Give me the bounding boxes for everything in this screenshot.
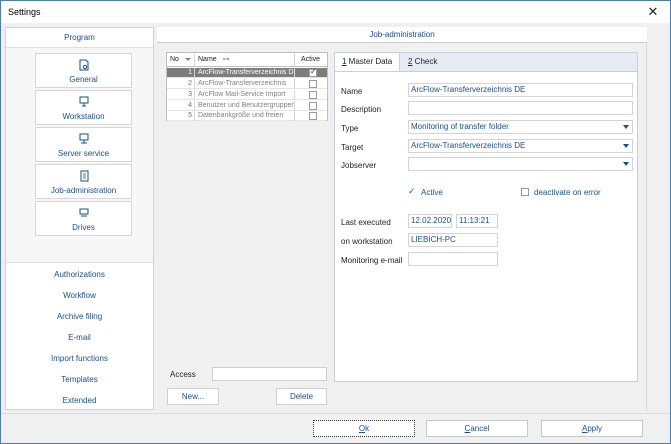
jobserver-select[interactable] <box>408 157 633 171</box>
monitoring-email-field[interactable] <box>408 252 498 266</box>
tab-master-data[interactable]: 1 Master Data <box>335 53 401 72</box>
module-server-service-button[interactable]: Server service <box>35 127 132 162</box>
module-label: General <box>69 75 98 84</box>
divider <box>1 413 670 414</box>
table-row[interactable]: 4 Benutzer und Benutzergruppen <box>167 101 327 111</box>
column-header-name[interactable]: Name ⊶ <box>195 53 295 67</box>
description-label: Description <box>341 105 382 114</box>
master-data-form: Name ArcFlow-Transferverzeichnis DE Desc… <box>334 71 638 382</box>
table-row[interactable]: 2 ArcFlow-Transferverzeichnis <box>167 79 327 89</box>
chevron-down-icon <box>623 125 629 129</box>
nav-link-extended[interactable]: Extended <box>6 396 153 405</box>
tab-bar: 1 Master Data 2 Check <box>334 52 638 72</box>
row-name: Datenbankgröße und freien <box>195 111 295 121</box>
program-panel: Program General Workstation Server servi… <box>5 27 154 410</box>
deactivate-on-error-checkbox[interactable] <box>521 188 529 196</box>
ok-button[interactable]: Ok <box>313 420 415 437</box>
row-name: ArcFlow-Transferverzeichnis DE <box>195 68 295 78</box>
last-executed-label: Last executed <box>341 218 391 227</box>
access-label: Access <box>170 370 196 379</box>
key-icon: ⊶ <box>222 56 230 63</box>
module-job-administration-button[interactable]: Job-administration <box>35 164 132 199</box>
monitoring-email-label: Monitoring e-mail <box>341 256 403 265</box>
description-field[interactable] <box>408 101 633 115</box>
row-number: 5 <box>167 111 195 121</box>
table-row[interactable]: 1 ArcFlow-Transferverzeichnis DE <box>167 67 327 78</box>
workstation-label: on workstation <box>341 237 393 246</box>
type-value: Monitoring of transfer folder <box>411 122 509 131</box>
workstation-icon <box>36 96 131 108</box>
target-select[interactable]: ArcFlow-Transferverzeichnis DE <box>408 139 633 153</box>
target-value: ArcFlow-Transferverzeichnis DE <box>411 141 526 150</box>
nav-link-email[interactable]: E-mail <box>6 333 153 342</box>
program-links: Authorizations Workflow Archive filing E… <box>6 262 153 409</box>
drive-icon <box>36 207 131 219</box>
row-name: ArcFlow Mail-Service Import <box>195 90 295 100</box>
table-row[interactable]: 3 ArcFlow Mail-Service Import <box>167 90 327 100</box>
row-name: ArcFlow-Transferverzeichnis <box>195 79 295 89</box>
delete-button[interactable]: Delete <box>276 388 327 405</box>
name-label: Name <box>341 87 363 96</box>
row-number: 1 <box>167 68 195 78</box>
sort-arrow-icon <box>184 57 191 61</box>
jobs-table: No Name ⊶ Active 1 ArcFlow-Transferverze… <box>166 52 328 121</box>
chevron-down-icon <box>623 144 629 148</box>
row-active-checkbox[interactable] <box>309 91 317 99</box>
row-active-checkbox[interactable] <box>309 80 317 88</box>
workstation-field[interactable]: LIEBICH-PC <box>408 233 498 247</box>
column-header-no[interactable]: No <box>167 53 195 67</box>
row-name: Benutzer und Benutzergruppen <box>195 101 295 111</box>
module-drives-button[interactable]: Drives <box>35 201 132 236</box>
program-header: Program <box>6 28 153 48</box>
module-label: Workstation <box>62 112 105 121</box>
module-label: Job-administration <box>50 186 117 195</box>
type-select[interactable]: Monitoring of transfer folder <box>408 120 633 134</box>
document-icon <box>36 170 131 182</box>
job-administration-header: Job-administration <box>157 27 647 43</box>
nav-link-import-functions[interactable]: Import functions <box>6 354 153 363</box>
type-label: Type <box>341 124 359 133</box>
row-active-checkbox[interactable] <box>309 102 317 110</box>
name-field[interactable]: ArcFlow-Transferverzeichnis DE <box>408 83 633 97</box>
nav-link-authorizations[interactable]: Authorizations <box>6 270 153 279</box>
tab-check[interactable]: 2 Check <box>401 53 444 71</box>
active-label: Active <box>421 188 443 197</box>
settings-page-icon <box>36 59 131 71</box>
row-number: 4 <box>167 101 195 111</box>
module-label: Server service <box>57 149 110 158</box>
window-title: Settings <box>8 7 41 17</box>
last-executed-date-field[interactable]: 12.02.2020 <box>408 214 452 228</box>
active-check-icon[interactable]: ✓ <box>408 186 416 197</box>
chevron-down-icon <box>623 162 629 166</box>
column-header-active[interactable]: Active <box>295 53 327 67</box>
access-input[interactable] <box>212 367 327 381</box>
table-header: No Name ⊶ Active <box>167 53 327 67</box>
settings-window: Settings ✕ Program General Workstation S… <box>0 0 671 444</box>
row-active-checkbox[interactable] <box>309 67 317 77</box>
target-label: Target <box>341 143 364 152</box>
module-label: Drives <box>72 223 95 232</box>
nav-link-workflow[interactable]: Workflow <box>6 291 153 300</box>
cancel-button[interactable]: Cancel <box>426 420 528 437</box>
divider <box>646 43 647 411</box>
deactivate-on-error-label: deactivate on error <box>534 188 601 197</box>
last-executed-time-field[interactable]: 11:13:21 <box>456 214 498 228</box>
nav-link-templates[interactable]: Templates <box>6 375 153 384</box>
module-workstation-button[interactable]: Workstation <box>35 90 132 125</box>
close-icon[interactable]: ✕ <box>636 1 670 23</box>
server-icon <box>36 133 131 145</box>
new-button[interactable]: New... <box>167 388 219 405</box>
module-general-button[interactable]: General <box>35 53 132 88</box>
apply-button[interactable]: Apply <box>541 420 643 437</box>
row-number: 2 <box>167 79 195 89</box>
jobserver-label: Jobserver <box>341 161 377 170</box>
row-number: 3 <box>167 90 195 100</box>
nav-link-archive-filing[interactable]: Archive filing <box>6 312 153 321</box>
table-row[interactable]: 5 Datenbankgröße und freien <box>167 111 327 121</box>
title-bar: Settings ✕ <box>1 1 670 23</box>
row-active-checkbox[interactable] <box>309 112 317 120</box>
